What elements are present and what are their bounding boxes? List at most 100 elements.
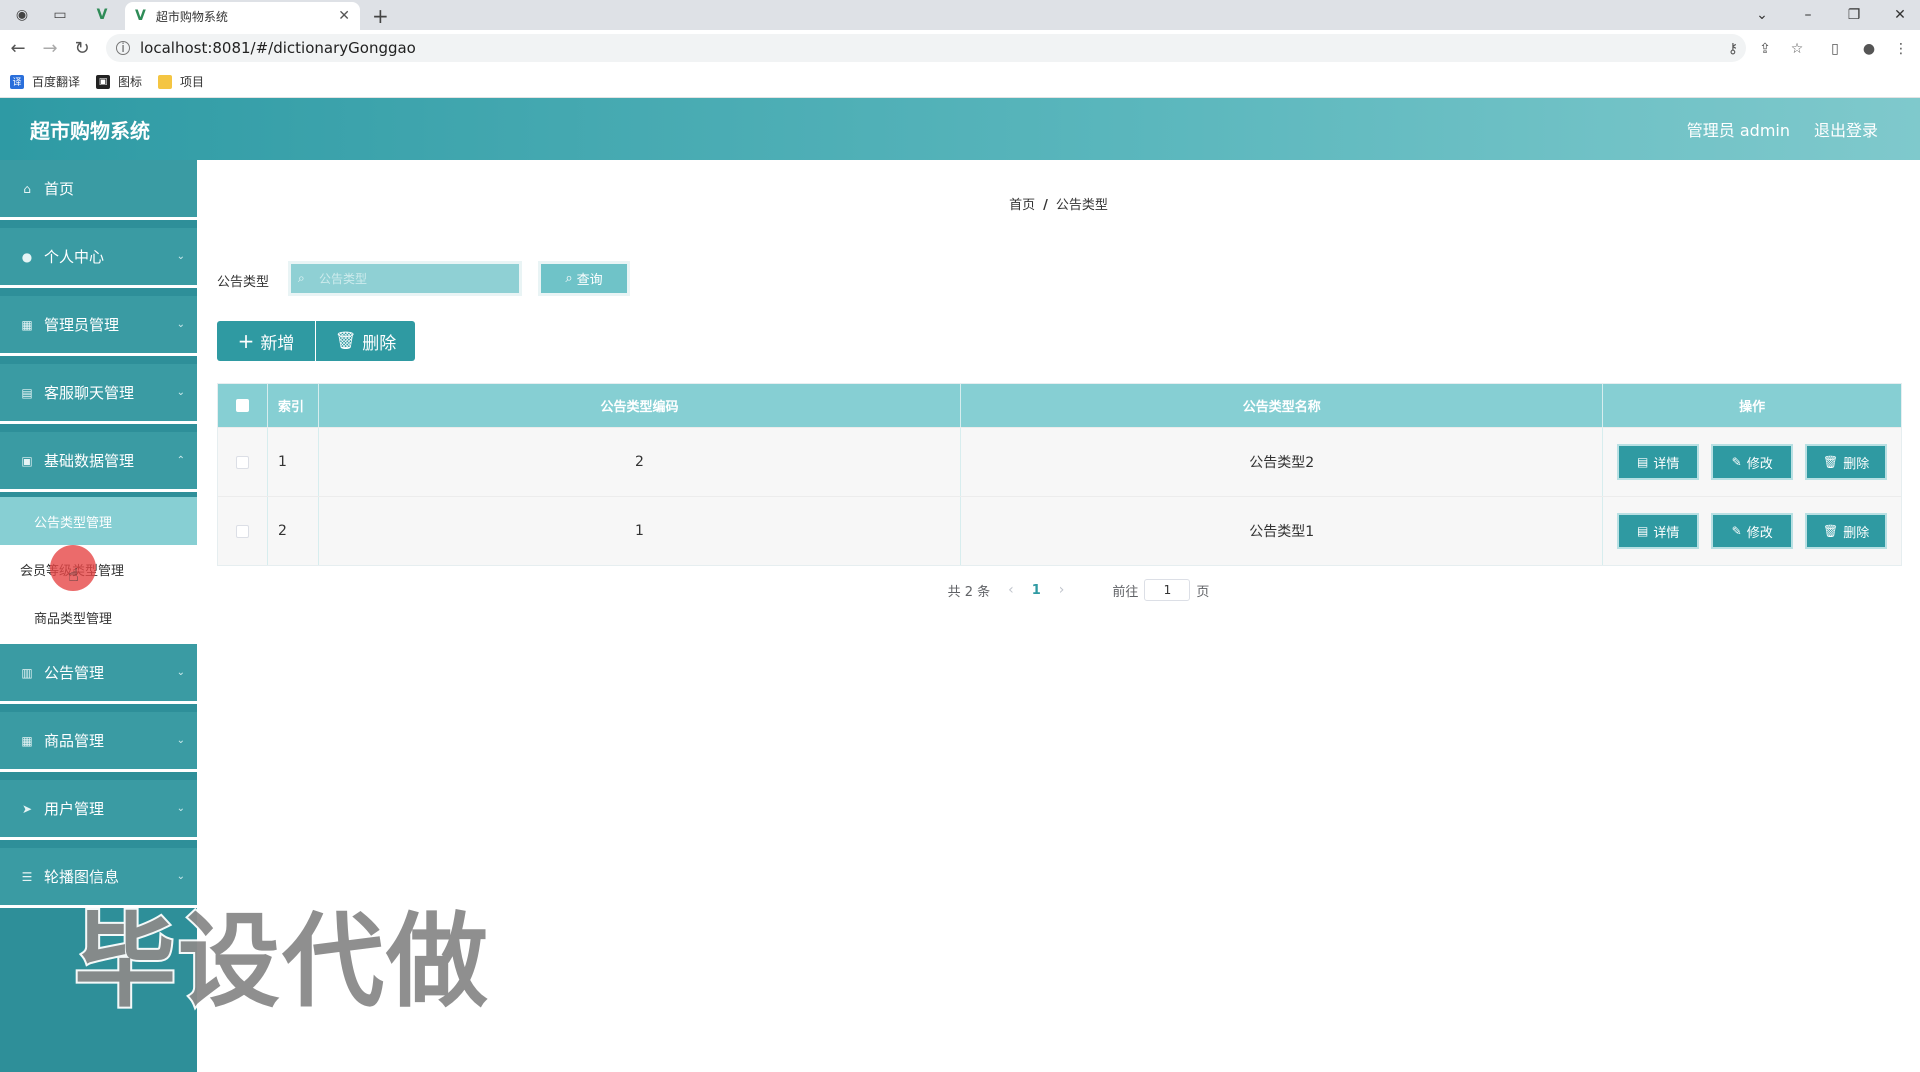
browser-tab-active[interactable]: V 超市购物系统 ✕ [125, 2, 360, 30]
detail-button[interactable]: ▤ 详情 [1617, 513, 1700, 549]
sidebar-item-basic-data[interactable]: ▣ 基础数据管理 ⌃ [0, 432, 197, 492]
restore-icon[interactable]: ❐ [1831, 0, 1877, 30]
grid-icon: ▦ [21, 317, 33, 332]
header-index: 索引 [268, 384, 319, 427]
key-icon[interactable]: ⚷ [1722, 38, 1744, 60]
pager-goto-input[interactable] [1144, 579, 1191, 601]
browser-menu-icon[interactable]: ◉ [8, 4, 36, 26]
bookmark-icons[interactable]: ▣ 图标 [96, 73, 142, 90]
row-code: 1 [319, 497, 962, 565]
edit-button[interactable]: ✎ 修改 [1711, 513, 1794, 549]
vue-tab-icon[interactable]: V [88, 4, 116, 26]
edit-icon: ✎ [1731, 524, 1742, 538]
current-user: 管理员 admin [1686, 121, 1790, 140]
reload-icon[interactable]: ↻ [70, 36, 94, 60]
header-name: 公告类型名称 [961, 384, 1604, 427]
chevron-up-icon: ⌃ [176, 455, 185, 466]
breadcrumb-separator: / [1043, 198, 1048, 213]
delete-button[interactable]: 🗑 删除 [1805, 513, 1888, 549]
iconfont-icon: ▣ [96, 74, 111, 89]
watermark-text: 毕设代做 [72, 901, 490, 1024]
home-icon: ⌂ [23, 181, 31, 196]
row-ops: ▤ 详情 ✎ 修改 🗑 删除 [1603, 428, 1901, 496]
bookmarks-bar: 译 百度翻译 ▣ 图标 项目 [0, 66, 1920, 98]
select-all-checkbox[interactable] [235, 399, 249, 412]
table-row: 2 1 公告类型1 ▤ 详情 ✎ 修改 🗑 删除 [218, 496, 1901, 565]
tab-close-icon[interactable]: ✕ [338, 8, 350, 24]
sidebar-item-admin-management[interactable]: ▦ 管理员管理 ⌄ [0, 296, 197, 356]
bookmark-baidu-translate[interactable]: 译 百度翻译 [10, 73, 80, 90]
url-text: localhost:8081/#/dictionaryGonggao [140, 39, 416, 57]
edit-icon: ✎ [1731, 455, 1742, 469]
sidebar-item-chat-management[interactable]: ▤ 客服聊天管理 ⌄ [0, 364, 197, 424]
header-ops: 操作 [1739, 400, 1766, 415]
data-table: 索引 公告类型编码 公告类型名称 操作 1 2 公告类型2 ▤ 详情 ✎ 修改 🗑 删… [217, 383, 1902, 566]
search-icon: ⌕ [565, 271, 573, 286]
site-info-icon[interactable]: i [116, 41, 130, 55]
browser-tab-bar: ◉ ▭ V V 超市购物系统 ✕ + ⌄ – ❐ ✕ [0, 0, 1920, 30]
trash-icon: 🗑 [334, 331, 357, 351]
tab-placeholder-icon[interactable]: ▭ [46, 4, 74, 26]
sidebar-item-product-management[interactable]: ▦ 商品管理 ⌄ [0, 712, 197, 772]
clipboard-icon: ▤ [21, 385, 33, 400]
new-tab-icon[interactable]: + [372, 4, 389, 28]
trash-icon: 🗑 [1823, 524, 1839, 538]
batch-delete-button[interactable]: 🗑 删除 [316, 321, 415, 361]
breadcrumb: 首页 / 公告类型 [197, 194, 1920, 213]
chevron-down-icon: ⌄ [176, 251, 185, 262]
prev-page-icon[interactable]: ‹ [1008, 582, 1014, 598]
plus-icon: + [237, 329, 255, 353]
next-page-icon[interactable]: › [1059, 582, 1065, 598]
page-number-current[interactable]: 1 [1032, 583, 1041, 598]
send-icon: ➤ [21, 801, 33, 816]
logout-link[interactable]: 退出登录 [1814, 117, 1878, 141]
pager-page-unit: 页 [1196, 584, 1210, 600]
row-checkbox-cell [218, 428, 268, 496]
sidepanel-icon[interactable]: ▯ [1824, 38, 1846, 60]
row-index: 2 [268, 497, 319, 565]
sidebar-item-user-management[interactable]: ➤ 用户管理 ⌄ [0, 780, 197, 840]
tab-title: 超市购物系统 [155, 9, 228, 24]
detail-button[interactable]: ▤ 详情 [1617, 444, 1700, 480]
star-icon[interactable]: ☆ [1786, 38, 1808, 60]
forward-icon[interactable]: → [38, 36, 62, 60]
submenu-item-notice-type[interactable]: 公告类型管理 [0, 497, 197, 545]
more-icon[interactable]: ⋮ [1890, 38, 1912, 60]
minimize-icon[interactable]: – [1785, 0, 1831, 30]
window-close-icon[interactable]: ✕ [1877, 0, 1920, 30]
sidebar-item-personal-center[interactable]: ● 个人中心 ⌄ [0, 228, 197, 288]
sidebar-item-home[interactable]: ⌂ 首页 [0, 160, 197, 220]
chart-icon: ▥ [21, 665, 33, 680]
query-button[interactable]: ⌕ 查询 [538, 261, 630, 296]
grid-icon: ▦ [21, 733, 33, 748]
breadcrumb-home[interactable]: 首页 [1009, 198, 1035, 213]
search-input[interactable] [288, 261, 522, 296]
row-name: 公告类型1 [961, 497, 1604, 565]
back-icon[interactable]: ← [6, 36, 30, 60]
profile-icon[interactable]: ● [1858, 38, 1880, 60]
row-index: 1 [268, 428, 319, 496]
folder-icon [158, 74, 173, 89]
row-checkbox[interactable] [235, 455, 249, 469]
chevron-down-icon: ⌄ [176, 803, 185, 814]
delete-button[interactable]: 🗑 删除 [1805, 444, 1888, 480]
share-icon[interactable]: ⇪ [1754, 38, 1776, 60]
sidebar-item-notice-management[interactable]: ▥ 公告管理 ⌄ [0, 644, 197, 704]
add-button[interactable]: + 新增 [217, 321, 315, 361]
chevron-down-icon: ⌄ [176, 667, 185, 678]
header-checkbox-cell [218, 384, 268, 427]
bookmark-project[interactable]: 项目 [158, 73, 204, 90]
row-checkbox[interactable] [235, 524, 249, 538]
pager-goto-label: 前往 [1112, 584, 1139, 600]
header-code: 公告类型编码 [319, 384, 962, 427]
row-ops: ▤ 详情 ✎ 修改 🗑 删除 [1603, 497, 1901, 565]
submenu-item-member-level[interactable]: 会员等级类型管理 [0, 545, 197, 593]
edit-button[interactable]: ✎ 修改 [1711, 444, 1794, 480]
breadcrumb-current: 公告类型 [1055, 198, 1108, 213]
pagination: 共 2 条 ‹ 1 › 前往 页 [197, 579, 1920, 601]
sliders-icon: ☰ [21, 869, 33, 884]
tab-search-icon[interactable]: ⌄ [1739, 0, 1785, 30]
submenu-item-product-type[interactable]: 商品类型管理 [0, 593, 197, 641]
url-field[interactable]: i localhost:8081/#/dictionaryGonggao [106, 34, 1746, 62]
row-code: 2 [319, 428, 962, 496]
